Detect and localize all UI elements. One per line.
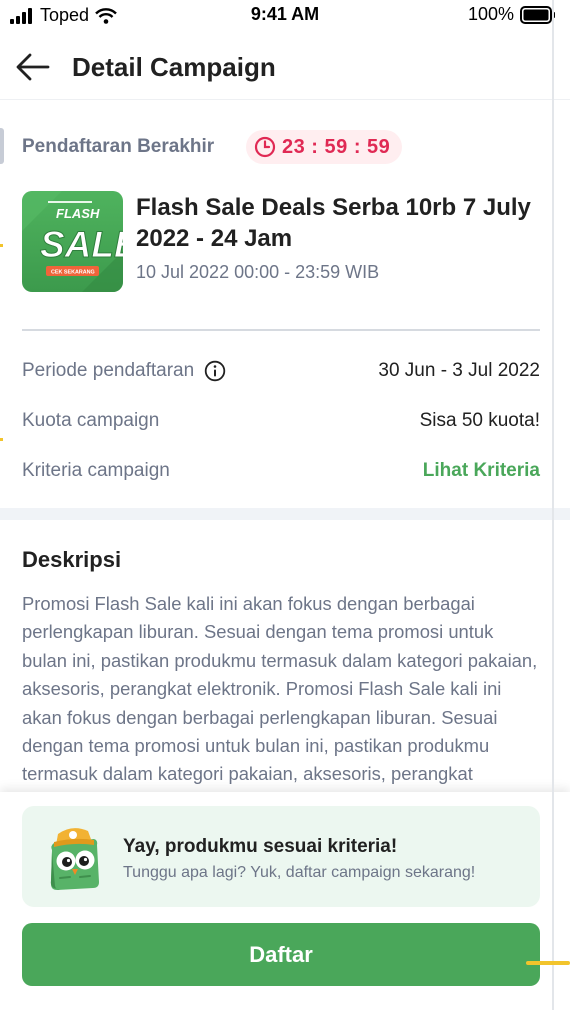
arrow-left-icon [16, 53, 50, 81]
page-title: Detail Campaign [72, 52, 276, 82]
back-button[interactable] [14, 50, 52, 84]
section-separator [0, 508, 570, 520]
period-value: 30 Jun - 3 Jul 2022 [378, 360, 540, 381]
campaign-date: 10 Jul 2022 00:00 - 23:59 WIB [136, 262, 380, 282]
divider [22, 329, 540, 331]
eligibility-card: Yay, produkmu sesuai kriteria! Tunggu ap… [22, 806, 540, 907]
eligibility-title: Yay, produkmu sesuai kriteria! [123, 836, 398, 857]
description-title: Deskripsi [22, 547, 122, 572]
app-header: Detail Campaign [0, 36, 570, 100]
period-label-group: Periode pendaftaran [22, 360, 226, 382]
eligibility-subtitle: Tunggu apa lagi? Yuk, daftar campaign se… [123, 864, 476, 881]
register-button[interactable]: Daftar [22, 923, 540, 986]
registration-ends-label: Pendaftaran Berakhir [22, 136, 215, 157]
battery-percent: 100% [467, 4, 514, 24]
clock-icon [254, 136, 276, 158]
thumb-brand-top: FLASH [56, 206, 100, 221]
criteria-label: Kriteria campaign [22, 460, 170, 481]
view-criteria-link[interactable]: Lihat Kriteria [423, 460, 540, 482]
battery-group: 100% [468, 4, 556, 25]
campaign-title: Flash Sale Deals Serba 10rb 7 July 2022 … [136, 194, 531, 252]
mascot-owl-icon [50, 828, 99, 890]
edge-marker [0, 438, 3, 441]
countdown-timer: 23 : 59 : 59 [282, 135, 391, 158]
campaign-thumbnail: FLASH SALE CEK SEKARANG [22, 191, 123, 292]
criteria-row: Kriteria campaign Lihat Kriteria [22, 456, 540, 486]
countdown-chip: 23 : 59 : 59 [246, 130, 403, 164]
quota-label: Kuota campaign [22, 410, 160, 431]
info-icon[interactable] [204, 360, 226, 382]
quota-value: Sisa 50 kuota! [419, 410, 540, 431]
bottom-action-panel: Yay, produkmu sesuai kriteria! Tunggu ap… [0, 792, 570, 1010]
quota-row: Kuota campaign Sisa 50 kuota! [22, 406, 540, 436]
period-label: Periode pendaftaran [22, 360, 195, 381]
edge-marker [526, 961, 570, 965]
edge-marker [0, 244, 3, 247]
section-indicator [0, 128, 4, 164]
description-text: Promosi Flash Sale kali ini akan fokus d… [22, 593, 538, 785]
status-bar: Toped 9:41 AM 100% [0, 0, 570, 32]
thumb-cta: CEK SEKARANG [51, 270, 95, 276]
scroll-track [552, 0, 554, 1010]
battery-icon [520, 5, 555, 24]
thumb-brand-main: SALE [40, 224, 123, 265]
period-row: Periode pendaftaran 30 Jun - 3 Jul 2022 [22, 356, 540, 386]
